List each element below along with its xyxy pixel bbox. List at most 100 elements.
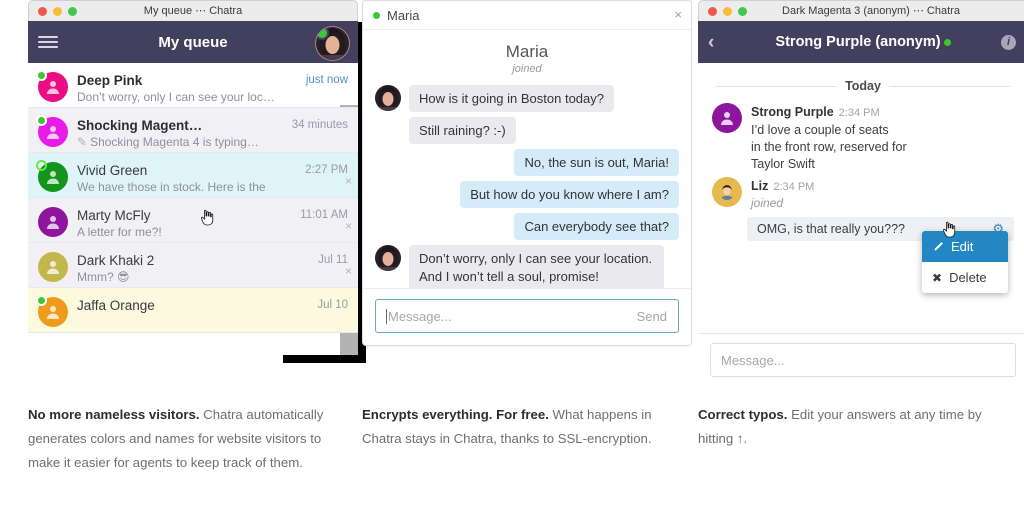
presence-indicator [36,295,47,306]
hamburger-icon[interactable] [38,36,58,48]
chevron-left-icon[interactable]: ‹ [708,33,714,52]
timestamp: just now [305,74,348,86]
chat-widget-frame: Maria × Maria joined How is it going in … [362,0,692,346]
visitor-name: Dark Khaki 2 [77,253,155,268]
message-avatar [375,85,401,111]
send-button[interactable]: Send [637,309,667,324]
window-my-queue: My queue ⋯ Chatra My queue Deep Pink Don… [28,0,366,363]
close-window-button[interactable] [38,6,47,16]
agent-message-text: OMG, is that really you??? [757,222,905,236]
timestamp: 11:01 AM [300,209,348,221]
x-icon: ✖ [932,270,943,285]
person-icon [47,261,59,274]
message-bubble: Don’t worry, only I can see your locatio… [409,245,664,288]
message-avatar [712,103,742,133]
chat-message: How is it going in Boston today? [375,85,679,112]
message-preview: We have those in stock. Here is the [77,180,266,194]
caption-2: Encrypts everything. For free. What happ… [362,403,660,451]
avatar-photo [375,245,401,271]
queue-row[interactable]: Jaffa Orange Jul 10 [28,288,358,333]
window1-traffic-lights[interactable] [38,6,77,16]
minimize-window-button[interactable] [723,6,732,16]
timestamp: Jul 11 [318,254,348,266]
message-preview: ✎ Shocking Magenta 4 is typing… [77,135,259,149]
close-window-button[interactable] [708,6,717,16]
info-icon[interactable]: i [1001,34,1016,50]
window1-shadow-bottom [283,355,366,363]
visitor-online-icon [943,38,951,46]
chat-joined-header: Maria joined [375,42,679,75]
avatar-photo [375,85,401,111]
queue-row[interactable]: Marty McFly A letter for me?! 11:01 AM × [28,198,358,243]
visitor-avatar [36,70,68,102]
reply-input[interactable]: Message... [710,343,1016,377]
presence-indicator [36,115,47,126]
message-bubble: How is it going in Boston today? [409,85,614,112]
presence-indicator [36,70,47,81]
agent-online-indicator [316,27,329,40]
message-text: I’d love a couple of seats in the front r… [751,123,907,171]
window1-frame: My queue ⋯ Chatra My queue Deep Pink Don… [28,0,366,363]
queue-row[interactable]: Dark Khaki 2 Mmm? 😎 Jul 11 × [28,243,358,288]
queue-row-content: Vivid Green We have those in stock. Here … [77,162,296,195]
timestamp: 2:34 PM [773,181,815,193]
joined-agent-name: Maria [505,42,549,61]
timestamp: 34 minutes [291,119,348,131]
queue-row-content: Dark Khaki 2 Mmm? 😎 [77,252,309,285]
timestamp: 2:27 PM [305,164,348,176]
sender-name: Liz [751,179,769,193]
queue-row-content: Deep Pink Don’t worry, only I can see you… [77,72,297,105]
message-input[interactable]: Message... Send [375,299,679,333]
conversation-title: Strong Purple (anonym) [775,34,941,50]
message-bubble: Can everybody see that? [514,213,679,240]
context-menu-item-delete[interactable]: ✖ Delete [922,262,1008,293]
dismiss-icon[interactable]: × [345,265,352,277]
message-preview: A letter for me?! [77,225,162,239]
queue-row[interactable]: Deep Pink Don’t worry, only I can see you… [28,63,358,108]
message-body: Strong Purple 2:34 PM I’d love a couple of… [751,103,1014,173]
maximize-window-button[interactable] [68,6,77,16]
window3-frame: Dark Magenta 3 (anonym) ⋯ Chatra ‹ Stron… [698,0,1024,389]
caption-3: Correct typos. Edit your answers at any … [698,403,996,451]
message-header: Liz 2:34 PM [751,177,1014,195]
message-preview: Mmm? 😎 [77,270,130,284]
chat-message: Can everybody see that? [375,213,679,240]
message-avatar [712,177,742,207]
chat-widget-header: Maria × [363,1,691,30]
dismiss-icon[interactable]: × [345,175,352,187]
chat-message: But how do you know where I am? [375,181,679,208]
sender-name: Strong Purple [751,105,834,119]
context-menu-edit-label: Edit [951,239,974,254]
message-body: Liz 2:34 PM joined [751,177,1014,211]
maximize-window-button[interactable] [738,6,747,16]
caption-2-bold: Encrypts everything. For free. [362,407,549,422]
queue-row[interactable]: Vivid Green We have those in stock. Here … [28,153,358,198]
window-conversation: Dark Magenta 3 (anonym) ⋯ Chatra ‹ Stron… [698,0,1024,389]
chat-message: Don’t worry, only I can see your locatio… [375,245,679,288]
page-root: My queue ⋯ Chatra My queue Deep Pink Don… [0,0,1024,519]
caption-1-bold: No more nameless visitors. [28,407,200,422]
chat-composer: Message... Send [363,288,691,345]
queue-row[interactable]: Shocking Magent… ✎ Shocking Magenta 4 is t… [28,108,358,153]
person-icon [721,112,733,125]
conversation-message: Liz 2:34 PM joined [698,177,1024,215]
message-bubble: Still raining? :-) [409,117,516,144]
visitor-avatar [38,252,68,282]
minimize-window-button[interactable] [53,6,62,16]
divider-line-right [888,85,1011,87]
close-icon[interactable]: × [674,7,682,22]
window3-appbar-title: Strong Purple (anonym) [698,34,1024,50]
queue-list[interactable]: Deep Pink Don’t worry, only I can see you… [28,63,358,355]
context-menu-item-edit[interactable]: Edit [922,231,1008,262]
chat-message: No, the sun is out, Maria! [375,149,679,176]
visitor-name: Vivid Green [77,163,148,178]
window-chat-widget: Maria × Maria joined How is it going in … [362,0,692,346]
visitor-avatar [36,295,68,327]
window3-traffic-lights[interactable] [708,6,747,16]
message-context-menu[interactable]: Edit ✖ Delete [922,231,1008,293]
window3-titlebar: Dark Magenta 3 (anonym) ⋯ Chatra [698,0,1024,21]
dismiss-icon[interactable]: × [345,220,352,232]
agent-avatar[interactable] [315,26,350,61]
chat-message: Still raining? :-) [375,117,679,144]
chat-message-area: Maria joined How is it going in Boston t… [363,30,691,288]
